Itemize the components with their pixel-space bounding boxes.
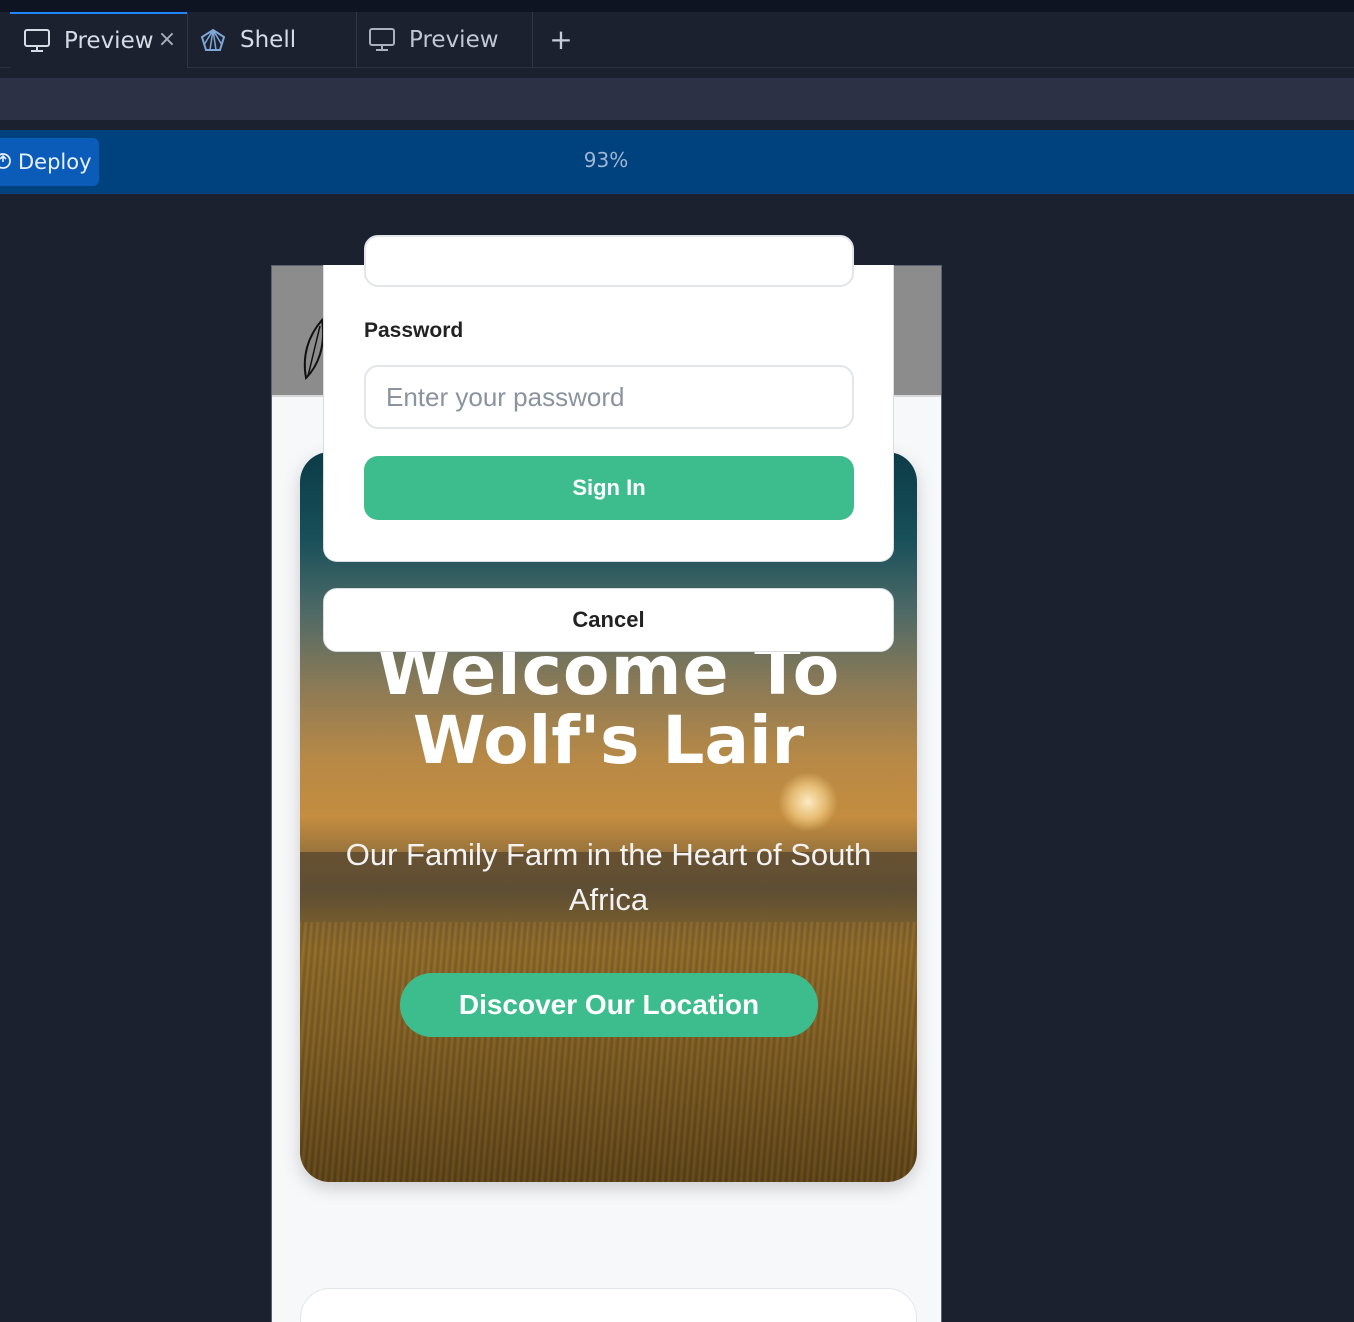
zoom-level: 93% <box>583 148 629 172</box>
password-field[interactable] <box>364 365 854 429</box>
sign-in-button[interactable]: Sign In <box>364 456 854 520</box>
window-top-strip <box>0 0 1354 12</box>
deploy-label: Deploy <box>18 150 92 174</box>
hero-subtitle: Our Family Farm in the Heart of South Af… <box>345 837 872 917</box>
content-card <box>300 1288 917 1322</box>
email-field[interactable] <box>364 235 854 287</box>
close-icon[interactable]: × <box>156 27 178 52</box>
tab-divider <box>356 12 357 68</box>
monitor-icon <box>367 25 397 55</box>
deploy-button[interactable]: Deploy <box>0 138 99 186</box>
tab-divider <box>187 12 188 68</box>
tab-preview[interactable]: Preview <box>367 12 532 68</box>
monitor-icon <box>22 26 52 56</box>
password-label: Password <box>364 319 464 342</box>
tab-label: Preview <box>64 28 154 54</box>
discover-location-button[interactable]: Discover Our Location <box>400 973 818 1037</box>
deploy-bar: Deploy 93% <box>0 130 1354 194</box>
tab-label: Preview <box>409 27 499 53</box>
address-strip <box>0 78 1354 120</box>
tab-label: Shell <box>240 27 297 53</box>
shell-icon <box>198 25 228 55</box>
sun-glow <box>778 772 838 832</box>
cancel-button[interactable]: Cancel <box>323 588 894 652</box>
tab-preview-active[interactable]: Preview × <box>10 12 188 68</box>
login-modal: Password Sign In <box>323 235 894 562</box>
deploy-icon <box>0 153 11 169</box>
new-tab-plus-icon[interactable]: + <box>548 26 574 54</box>
tab-bar: Preview × Shell Preview + <box>0 12 1354 68</box>
hero-title-line2: Wolf's Lair <box>412 702 805 779</box>
hero-field <box>300 922 917 1182</box>
tab-divider <box>532 12 533 68</box>
tab-shell[interactable]: Shell <box>198 12 356 68</box>
